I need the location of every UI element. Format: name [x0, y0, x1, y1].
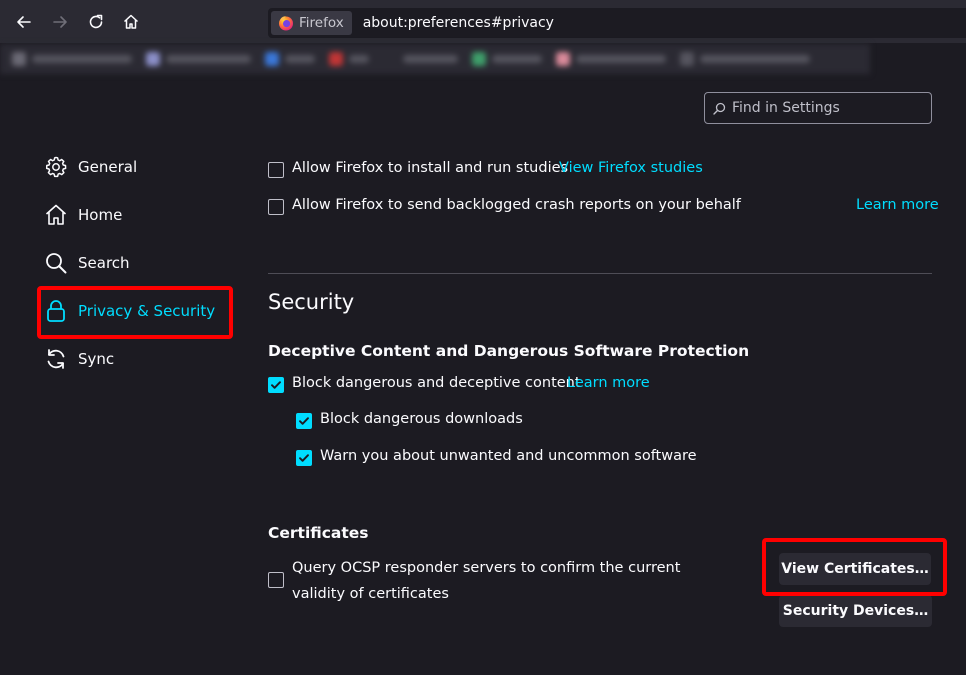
checkmark-icon [299, 454, 309, 462]
home-icon [123, 14, 139, 29]
bookmark-item[interactable] [146, 52, 251, 66]
bookmark-item[interactable] [556, 52, 666, 66]
magnifier-icon [46, 253, 67, 274]
crash-learn-more-link[interactable]: Learn more [856, 197, 939, 213]
highlight-view-certificates [762, 538, 947, 596]
bookmark-item[interactable] [12, 52, 132, 66]
section-divider [268, 273, 932, 274]
checkmark-icon [271, 381, 281, 389]
home-button[interactable] [117, 8, 145, 36]
sidebar-item-search[interactable]: Search [44, 247, 234, 279]
block-downloads-label: Block dangerous downloads [320, 411, 523, 427]
search-icon [713, 102, 726, 115]
bookmark-item[interactable] [472, 52, 542, 66]
url-text[interactable]: about:preferences#privacy [363, 15, 554, 31]
sidebar-item-general[interactable]: General [44, 151, 234, 183]
sidebar-item-label: Home [78, 206, 123, 224]
ocsp-checkbox[interactable] [268, 572, 284, 588]
gear-icon [45, 156, 67, 178]
identity-box[interactable]: Firefox [271, 11, 352, 35]
url-bar[interactable]: Firefox about:preferences#privacy [268, 8, 966, 38]
arrow-left-icon [17, 16, 31, 28]
checkmark-icon [299, 417, 309, 425]
bookmark-item[interactable] [329, 52, 369, 66]
crash-reports-checkbox[interactable] [268, 199, 284, 215]
block-deceptive-checkbox[interactable] [268, 377, 284, 393]
studies-checkbox[interactable] [268, 162, 284, 178]
deceptive-learn-more-link[interactable]: Learn more [567, 375, 650, 391]
certificates-heading: Certificates [268, 524, 369, 542]
search-input[interactable] [732, 100, 922, 116]
bookmarks-toolbar [0, 44, 870, 74]
sidebar-item-home[interactable]: Home [44, 199, 234, 231]
arrow-right-icon [53, 16, 67, 28]
deceptive-content-heading: Deceptive Content and Dangerous Software… [268, 342, 750, 360]
back-button[interactable] [10, 8, 38, 36]
find-in-settings[interactable] [704, 92, 932, 124]
studies-label: Allow Firefox to install and run studies [292, 160, 569, 176]
reload-button[interactable] [82, 8, 110, 36]
sidebar-item-label: Search [78, 254, 130, 272]
sidebar-item-label: General [78, 158, 138, 176]
sync-icon [47, 349, 65, 369]
identity-label: Firefox [299, 15, 344, 31]
navigation-toolbar: Firefox about:preferences#privacy [0, 0, 966, 44]
security-devices-button[interactable]: Security Devices… [779, 595, 932, 627]
view-firefox-studies-link[interactable]: View Firefox studies [559, 160, 703, 176]
bookmark-item[interactable] [680, 52, 810, 66]
reload-icon [89, 14, 103, 29]
security-heading: Security [268, 290, 355, 314]
crash-reports-label: Allow Firefox to send backlogged crash r… [292, 197, 741, 213]
sidebar-item-label: Sync [78, 350, 115, 368]
bookmark-item[interactable] [383, 52, 458, 66]
ocsp-label: Query OCSP responder servers to confirm … [292, 560, 681, 602]
forward-button[interactable] [46, 8, 74, 36]
warn-unwanted-label: Warn you about unwanted and uncommon sof… [320, 448, 697, 464]
home-icon [45, 204, 67, 225]
block-deceptive-label: Block dangerous and deceptive content [292, 375, 581, 391]
firefox-logo-icon [279, 16, 293, 31]
bookmark-item[interactable] [265, 52, 315, 66]
block-downloads-checkbox[interactable] [296, 413, 312, 429]
sidebar-item-sync[interactable]: Sync [44, 343, 234, 375]
highlight-privacy-security [37, 286, 233, 339]
warn-unwanted-checkbox[interactable] [296, 450, 312, 466]
